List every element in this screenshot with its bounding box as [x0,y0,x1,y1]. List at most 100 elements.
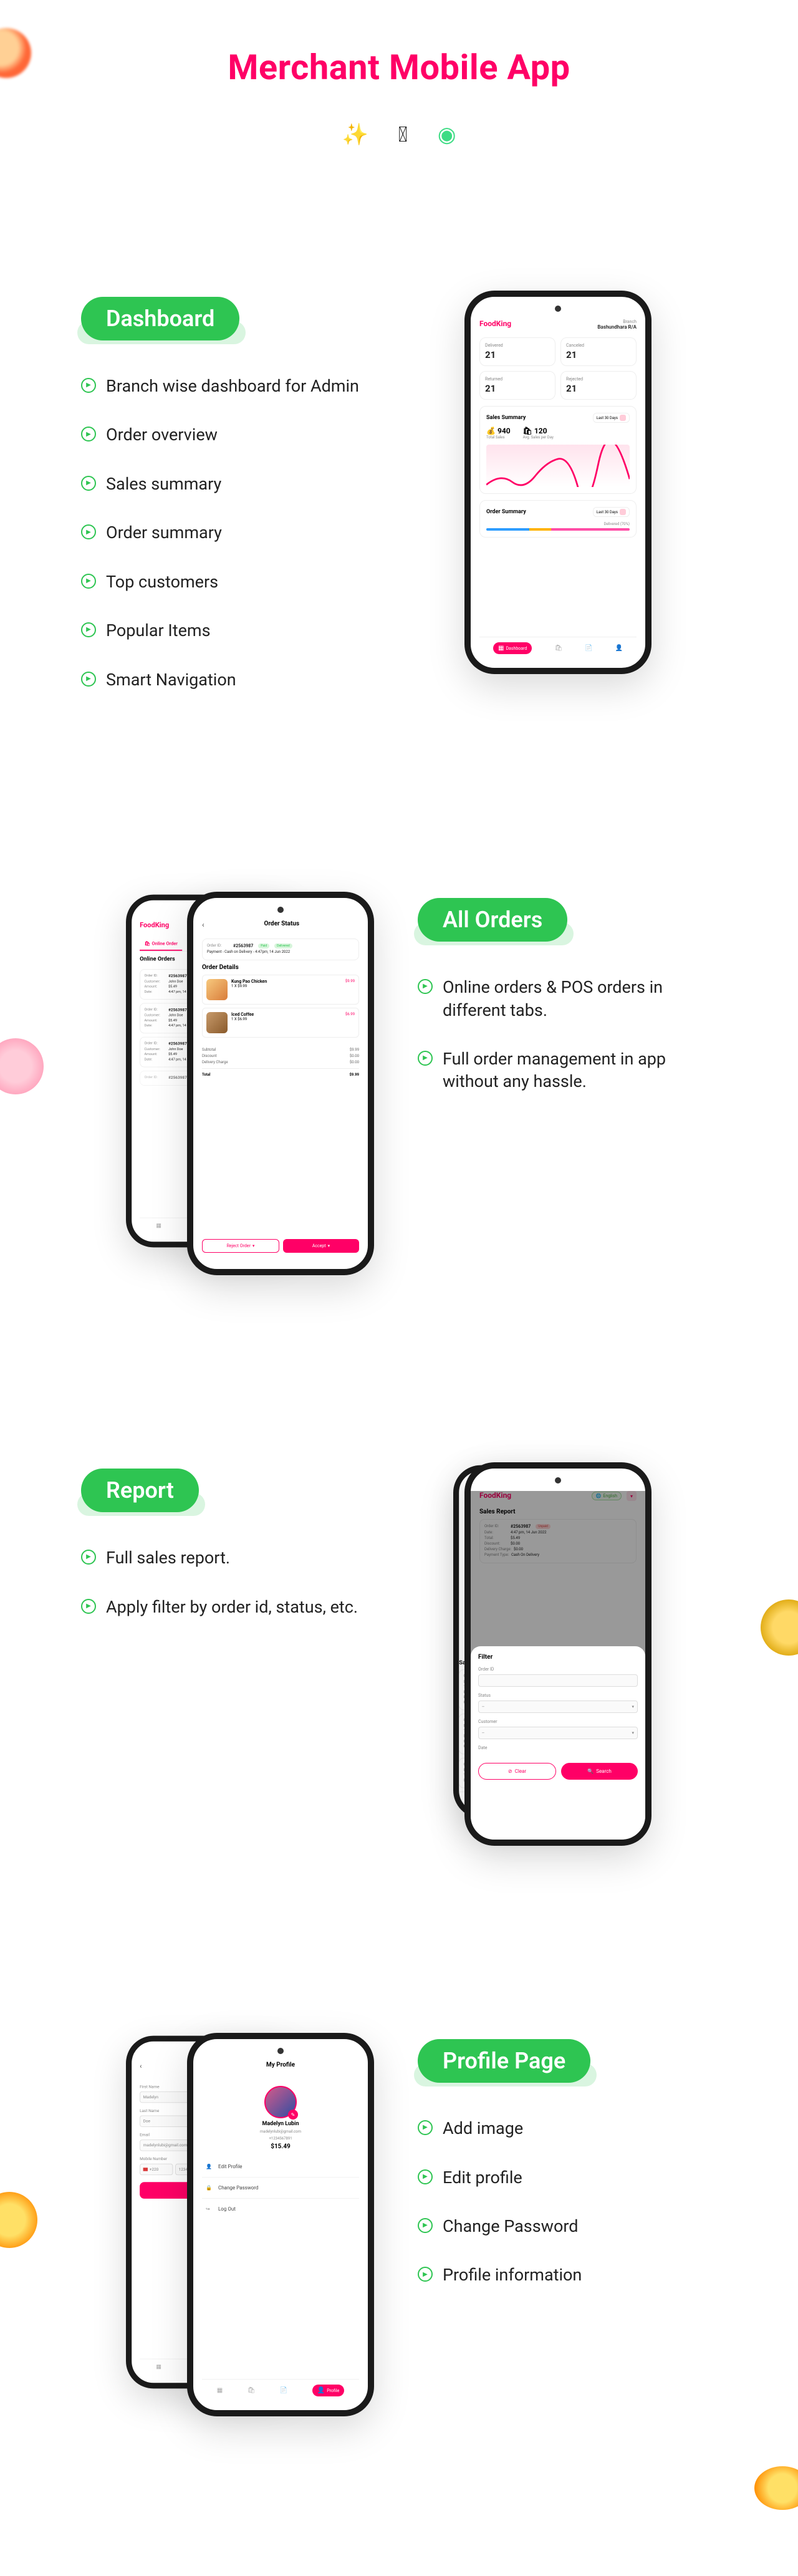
play-icon [81,427,96,441]
feature-text: Change Password [443,2215,578,2237]
flutter-icon: ✨ [342,122,368,147]
orders-list-title: Online Orders [140,956,175,962]
profile-balance: $15.49 [271,2143,291,2150]
country-code-select[interactable]: +220 [140,2164,173,2175]
edit-avatar-button[interactable]: ✎ [288,2110,298,2120]
all-orders-section: All Orders Online orders & POS orders in… [0,892,798,1275]
nav-dashboard[interactable]: ▦ [217,2387,223,2394]
stat-card-canceled[interactable]: Canceled21 [560,337,637,366]
profile-email: madelynlubi@gmail.com [260,2130,301,2134]
feature-text: Smart Navigation [106,668,236,691]
lock-icon: 🔒 [206,2185,213,2191]
branch-name[interactable]: Bashundhara R/A [597,324,637,330]
flag-icon [143,2168,148,2171]
feature-text: Order summary [106,521,222,544]
page-title: Merchant Mobile App [0,47,798,88]
chevron-down-icon: ▾ [632,1704,634,1709]
order-items-title: Order Details [202,964,359,971]
range-picker[interactable]: Last 30 Days [593,413,630,423]
nav-orders[interactable]: 🛍 [248,2387,256,2394]
calendar-icon [620,415,626,421]
play-icon [418,979,433,994]
stat-card-rejected[interactable]: Rejected21 [560,371,637,400]
back-icon[interactable]: ‹ [140,2062,142,2070]
back-icon[interactable]: ‹ [202,920,204,929]
feature-text: Apply filter by order id, status, etc. [106,1596,358,1618]
menu-logout[interactable]: ↪Log Out [202,2199,359,2219]
feature-text: Sales summary [106,473,221,495]
play-icon [81,1599,96,1614]
order-item: Iced Coffee1 X $6.99$6.99 [202,1008,359,1038]
feature-text: Popular Items [106,619,211,642]
stat-card-returned[interactable]: Returned21 [479,371,555,400]
play-icon [418,2169,433,2184]
filter-sheet: Filter Order ID Status--▾ Customer--▾ Da… [471,1646,645,1840]
play-icon [418,1051,433,1066]
play-icon [81,524,96,539]
clear-icon: ⊘ [508,1768,512,1774]
calendar-icon [620,509,626,515]
reject-order-button[interactable]: Reject Order ▾ [202,1239,279,1253]
order-item: Kung Pao Chicken1 X $9.99$9.99 [202,975,359,1005]
feature-text: Branch wise dashboard for Admin [106,375,359,397]
filter-order-id-label: Order ID [478,1667,638,1672]
all-orders-pill: All Orders [418,898,567,942]
feature-text: Edit profile [443,2166,522,2189]
filter-order-id-input[interactable] [478,1674,638,1687]
bottom-nav: ▦Dashboard 🛍 📄 👤 [479,637,637,659]
chevron-down-icon: ▾ [328,1243,330,1248]
feature-text: Full sales report. [106,1546,230,1569]
sales-chart [486,445,630,487]
dashboard-pill: Dashboard [81,297,239,340]
play-icon [81,574,96,589]
logout-icon: ↪ [206,2206,213,2212]
nav-profile[interactable]: 👤 [615,645,623,652]
range-picker[interactable]: Last 30 Days [593,507,630,517]
chevron-down-icon: ▾ [252,1243,255,1248]
feature-text: Order overview [106,423,218,446]
grid-icon: ▦ [498,645,504,652]
nav-reports[interactable]: 📄 [585,645,592,652]
nav-dashboard[interactable]: ▦ [156,2364,161,2370]
food-image [206,979,228,1000]
order-header: Order ID:#2563987PaidDelivered Payment -… [202,938,359,960]
feature-text: Add image [443,2117,523,2139]
sales-summary-panel: Sales SummaryLast 30 Days 💰 940Total Sal… [479,406,637,494]
nav-dashboard[interactable]: ▦Dashboard [493,642,532,654]
clear-button[interactable]: ⊘Clear [478,1763,556,1780]
nav-dashboard[interactable]: ▦ [156,1223,161,1229]
play-icon [81,622,96,637]
play-icon [418,2120,433,2135]
dashboard-features: Branch wise dashboard for Admin Order ov… [81,375,380,691]
app-logo: FoodKing [479,319,511,328]
search-button[interactable]: 🔍Search [561,1763,638,1780]
feature-text: Online orders & POS orders in different … [443,976,717,1021]
profile-section: Profile Page Add image Edit profile Chan… [0,2033,798,2491]
nav-orders[interactable]: 🛍 [554,645,562,652]
menu-edit-profile[interactable]: 👤Edit Profile [202,2156,359,2178]
chevron-down-icon: ▾ [632,1730,634,1735]
play-icon [81,1550,96,1565]
app-logo: FoodKing [140,921,169,929]
play-icon [81,476,96,491]
filter-customer-select[interactable]: --▾ [478,1727,638,1739]
nav-reports[interactable]: 📄 [280,2387,287,2394]
bag-icon: 🛍 [554,645,562,652]
search-icon: 🔍 [587,1768,594,1774]
stat-card-delivered[interactable]: Delivered21 [479,337,555,366]
feature-text: Profile information [443,2264,582,2286]
dashboard-section: Dashboard Branch wise dashboard for Admi… [0,291,798,717]
order-detail-phone: ‹Order Status Order ID:#2563987PaidDeliv… [187,892,374,1275]
tab-online[interactable]: 🛍 Online Order [140,938,182,951]
nav-profile[interactable]: 👤Profile [312,2385,344,2396]
play-icon [418,2267,433,2282]
filter-customer-label: Customer [478,1719,638,1724]
menu-change-password[interactable]: 🔒Change Password [202,2178,359,2199]
report-features: Full sales report. Apply filter by order… [81,1546,380,1618]
accept-order-button[interactable]: Accept ▾ [283,1239,359,1253]
filter-status-select[interactable]: --▾ [478,1700,638,1713]
play-icon [81,378,96,393]
report-pill: Report [81,1469,199,1512]
play-icon [81,672,96,687]
apple-icon:  [398,122,408,147]
